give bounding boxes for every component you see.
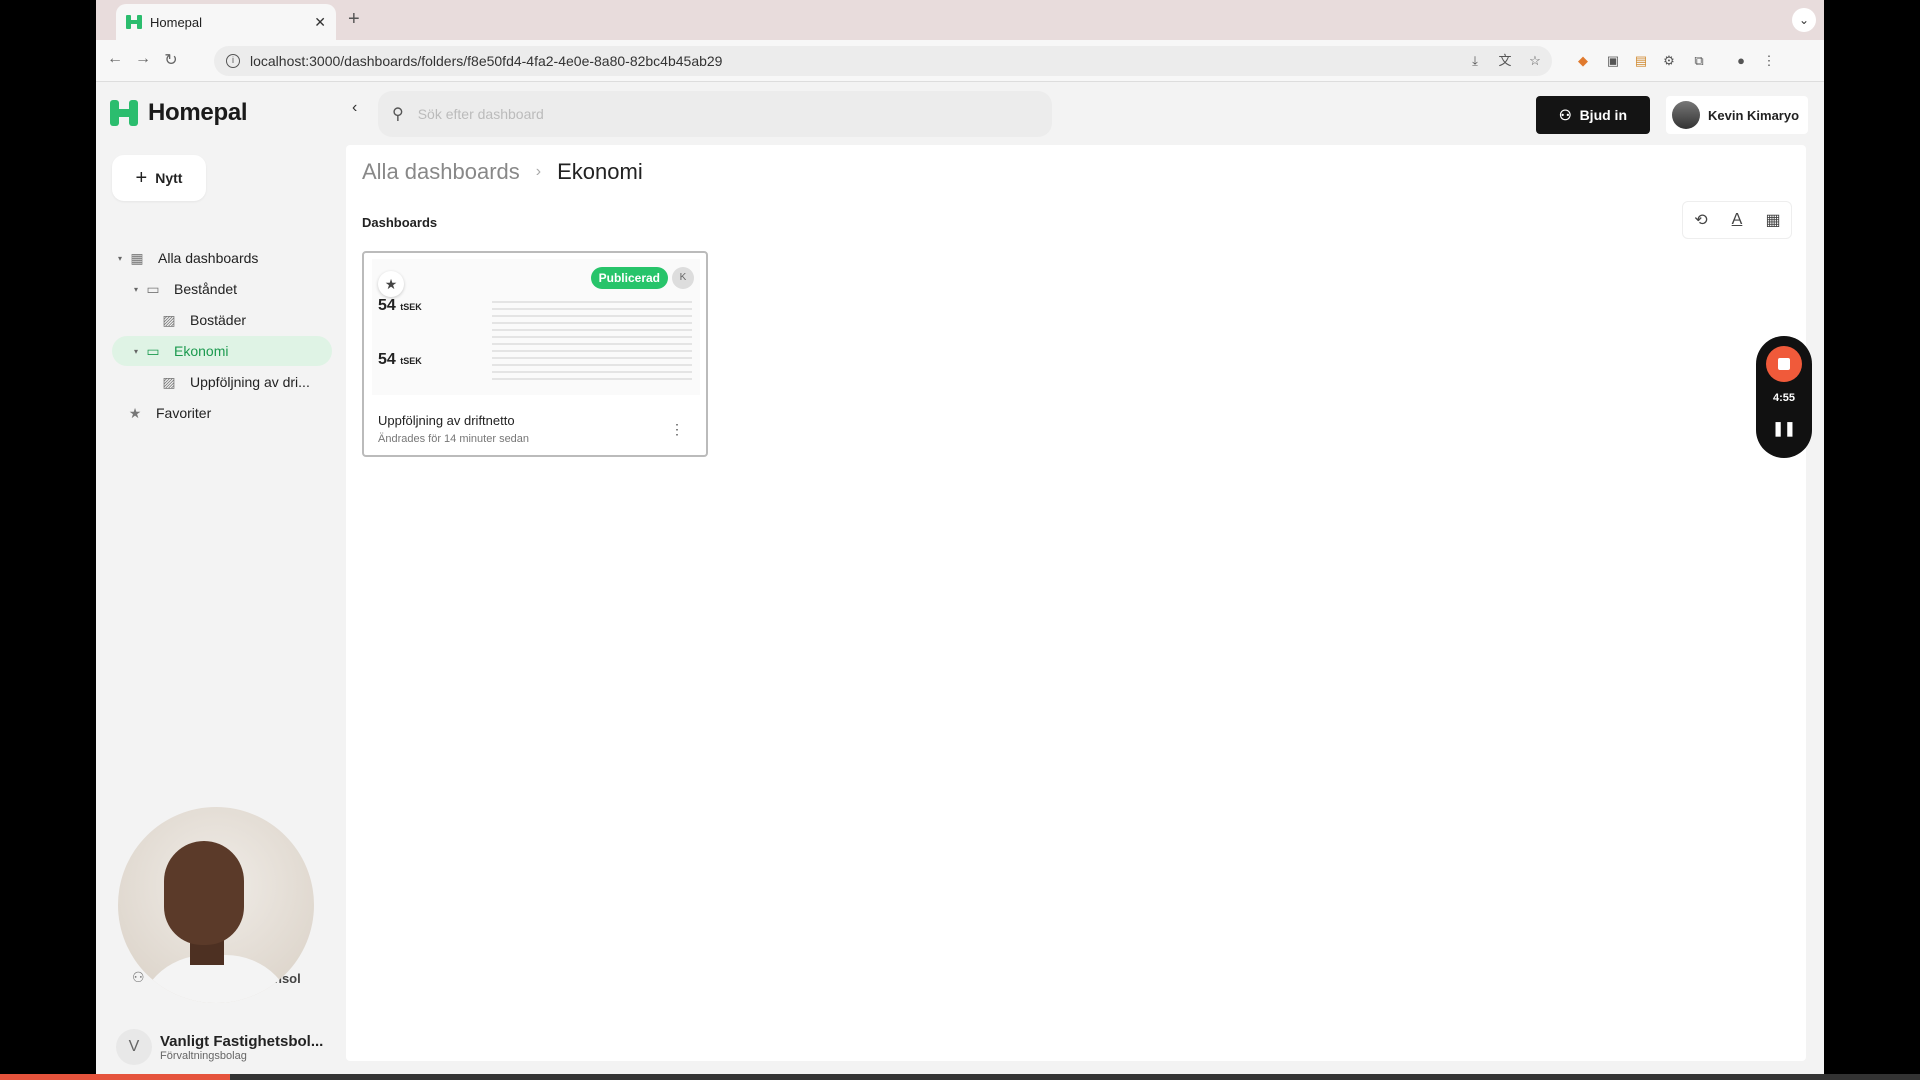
profile-icon[interactable]: ●: [1732, 52, 1750, 70]
status-badge: Publicerad: [590, 267, 668, 289]
card-title: Uppföljning av driftnetto: [378, 413, 515, 428]
back-icon[interactable]: ←: [104, 50, 126, 68]
avatar: [1672, 101, 1700, 129]
site-info-icon[interactable]: i: [226, 54, 240, 68]
sidebar: Homepal + Nytt ▾ ▦ Alla dashboards ▾ ▭ B…: [96, 83, 346, 1080]
recording-progress-bar: [0, 1074, 1920, 1080]
organization-switcher[interactable]: V Vanligt Fastighetsbol... Förvaltningsb…: [116, 1023, 346, 1071]
caret-down-icon[interactable]: ▾: [134, 347, 144, 356]
main-content: Alla dashboards › Ekonomi Dashboards ⟲ A…: [346, 145, 1806, 1061]
chevron-right-icon: ›: [535, 163, 542, 180]
caret-down-icon[interactable]: ▾: [118, 254, 128, 263]
homepal-app: Homepal + Nytt ▾ ▦ Alla dashboards ▾ ▭ B…: [96, 83, 1824, 1080]
card-subtitle: Ändrades för 14 minuter sedan: [378, 433, 530, 445]
org-avatar: V: [116, 1029, 152, 1065]
favorite-star-icon[interactable]: ★: [378, 271, 404, 297]
browser-menu-icon[interactable]: ⋮: [1760, 52, 1778, 70]
section-title: Dashboards: [362, 215, 438, 230]
new-tab-button[interactable]: +: [348, 8, 360, 31]
dashboard-icon: ▨: [162, 312, 176, 328]
sidebar-item-label: Beståndet: [174, 281, 238, 297]
browser-tab[interactable]: Homepal ✕: [116, 4, 336, 40]
sidebar-item-label: Bostäder: [190, 312, 247, 328]
breadcrumb-root[interactable]: Alla dashboards: [362, 159, 520, 185]
caret-down-icon[interactable]: ▾: [134, 285, 144, 294]
tab-strip: Homepal ✕ + ⌄: [96, 0, 1824, 40]
star-icon: ★: [128, 405, 142, 421]
reload-icon[interactable]: ↻: [160, 50, 182, 70]
sidebar-item-favoriter[interactable]: ★ Favoriter: [126, 398, 212, 428]
install-icon[interactable]: ⤓: [1466, 52, 1484, 70]
sidebar-item-label: Favoriter: [156, 405, 212, 421]
invite-button[interactable]: ⚇ Bjud in: [1536, 96, 1650, 134]
search-placeholder: Sök efter dashboard: [417, 106, 544, 122]
add-user-icon: ⚇: [1559, 106, 1572, 123]
extension-screen-icon[interactable]: ▣: [1604, 52, 1622, 70]
tab-search-icon[interactable]: ⌄: [1792, 8, 1816, 32]
tab-title: Homepal: [150, 14, 203, 30]
sidebar-item-label: Uppföljning av dri...: [190, 374, 310, 390]
browser-toolbar: ← → ↻ i localhost:3000/dashboards/folder…: [96, 40, 1824, 82]
invite-button-label: Bjud in: [1579, 107, 1627, 123]
dashboard-icon: ▨: [162, 374, 176, 390]
sidebar-item-alla-dashboards[interactable]: ▾ ▦ Alla dashboards: [118, 243, 258, 273]
browser-window: Homepal ✕ + ⌄ ← → ↻ i localhost:3000/das…: [96, 0, 1824, 1080]
extension-gear-icon[interactable]: ⚙: [1660, 52, 1678, 70]
extension-fox-icon[interactable]: ◆: [1574, 52, 1592, 70]
extension-card-icon[interactable]: ▤: [1632, 52, 1650, 70]
new-button-label: Nytt: [155, 170, 183, 186]
folder-icon: ▭: [146, 343, 160, 359]
org-name: Vanligt Fastighetsbol...: [160, 1032, 324, 1050]
org-type: Förvaltningsbolag: [160, 1049, 247, 1062]
card-avatar: K: [672, 267, 694, 289]
more-options-icon[interactable]: ⋮: [670, 421, 684, 438]
page-title: Ekonomi: [557, 159, 643, 184]
folder-icon: ▭: [146, 281, 160, 297]
homepal-logo-icon: [110, 100, 138, 126]
screen-recorder-widget: 4:55 ❚❚: [1756, 336, 1812, 458]
sidebar-item-bestandet[interactable]: ▾ ▭ Beståndet: [134, 274, 237, 304]
sidebar-item-label: Ekonomi: [174, 343, 229, 359]
search-icon: ⚲: [392, 106, 404, 123]
webcam-overlay: [118, 807, 314, 1003]
url-text: localhost:3000/dashboards/folders/f8e50f…: [250, 53, 723, 69]
plus-icon: +: [135, 166, 148, 189]
top-bar: ‹ ⚲ Sök efter dashboard ⚇ Bjud in Kevin …: [346, 83, 1824, 145]
logo-text: Homepal: [148, 99, 248, 126]
kpi-value: 54 tSEK: [378, 297, 422, 314]
address-bar[interactable]: i localhost:3000/dashboards/folders/f8e5…: [214, 46, 1552, 76]
sidebar-item-ekonomi[interactable]: ▾ ▭ Ekonomi: [112, 336, 332, 366]
grid-icon: ▦: [130, 250, 144, 266]
bookmark-star-icon[interactable]: ☆: [1526, 52, 1544, 70]
user-settings-icon[interactable]: ⚇: [132, 969, 145, 986]
view-tools: ⟲ A ▦: [1682, 201, 1792, 239]
sidebar-item-uppfoljning[interactable]: ▨ Uppföljning av dri...: [160, 367, 310, 397]
forward-icon[interactable]: →: [132, 50, 154, 68]
tab-close-icon[interactable]: ✕: [314, 14, 326, 31]
homepal-favicon-icon: [126, 15, 142, 29]
progress-fill: [0, 1074, 231, 1080]
breadcrumb: Alla dashboards › Ekonomi: [362, 159, 643, 185]
dashboard-card[interactable]: ★ 54 tSEK 54 tSEK Publicerad K Uppföljni…: [362, 251, 708, 457]
user-name: Kevin Kimaryo: [1708, 107, 1800, 123]
recording-time: 4:55: [1772, 392, 1796, 404]
homepal-logo[interactable]: Homepal: [110, 99, 248, 127]
sidebar-item-bostader[interactable]: ▨ Bostäder: [160, 305, 246, 335]
pause-icon[interactable]: ❚❚: [1756, 420, 1812, 437]
history-icon[interactable]: ⟲: [1683, 202, 1719, 238]
sidebar-item-label: Alla dashboards: [158, 250, 259, 266]
stop-recording-button[interactable]: [1766, 346, 1802, 382]
kpi-value: 54 tSEK: [378, 351, 422, 368]
user-menu-button[interactable]: Kevin Kimaryo: [1666, 96, 1808, 134]
extensions-puzzle-icon[interactable]: ⧉: [1690, 52, 1708, 70]
search-input[interactable]: ⚲ Sök efter dashboard: [378, 91, 1052, 137]
calendar-icon[interactable]: ▦: [1755, 202, 1791, 238]
thumbnail-table: [492, 301, 692, 385]
translate-icon[interactable]: 文: [1496, 52, 1514, 70]
collapse-sidebar-icon[interactable]: ‹: [352, 99, 357, 117]
new-button[interactable]: + Nytt: [112, 155, 206, 201]
text-format-icon[interactable]: A: [1719, 202, 1755, 238]
